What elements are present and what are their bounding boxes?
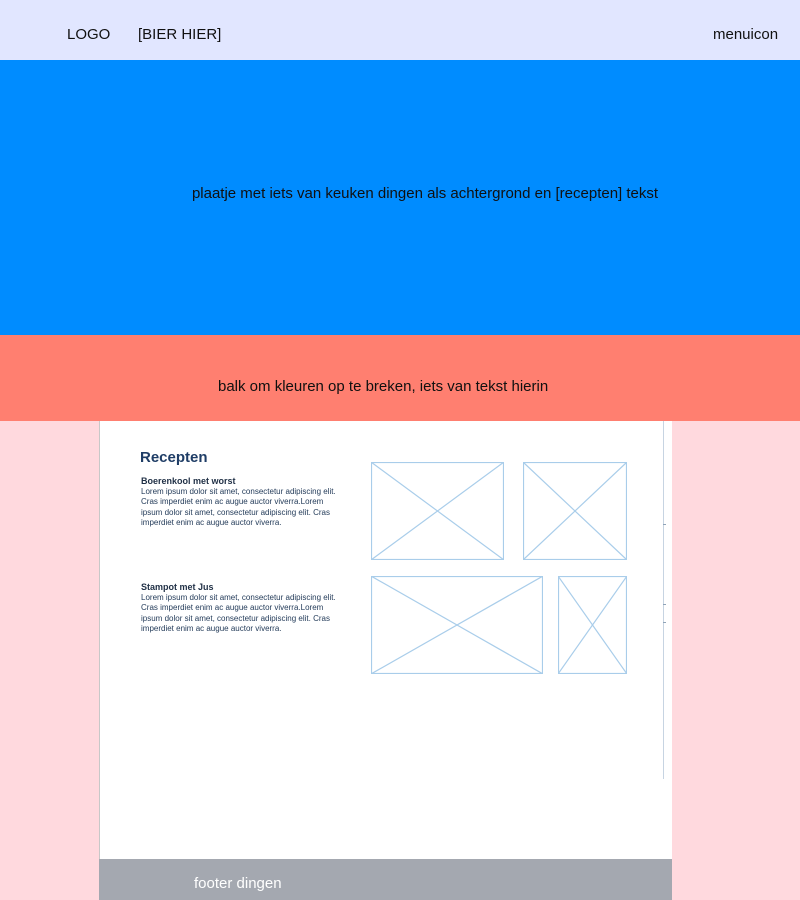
logo[interactable]: LOGO: [67, 26, 110, 43]
recipes-content: Recepten Boerenkool met worst Lorem ipsu…: [99, 421, 672, 859]
footer: footer dingen: [99, 859, 672, 900]
hero-text: plaatje met iets van keuken dingen als a…: [191, 185, 659, 202]
hero-banner: plaatje met iets van keuken dingen als a…: [0, 60, 800, 335]
image-placeholder-icon: [371, 462, 504, 560]
image-placeholder-icon: [523, 462, 627, 560]
recipe-title[interactable]: Boerenkool met worst: [141, 476, 341, 487]
recipe-item[interactable]: Boerenkool met worst Lorem ipsum dolor s…: [141, 476, 341, 528]
content-divider: [663, 421, 664, 779]
top-navigation-bar: LOGO [BIER HIER] menuicon: [0, 0, 800, 60]
recipe-title[interactable]: Stampot met Jus: [141, 582, 341, 593]
color-break-band: balk om kleuren op te breken, iets van t…: [0, 335, 800, 421]
beer-placeholder: [BIER HIER]: [138, 26, 222, 43]
recipe-description: Lorem ipsum dolor sit amet, consectetur …: [141, 487, 336, 527]
recipes-heading: Recepten: [140, 449, 208, 466]
recipe-description: Lorem ipsum dolor sit amet, consectetur …: [141, 593, 336, 633]
recipe-item[interactable]: Stampot met Jus Lorem ipsum dolor sit am…: [141, 582, 341, 634]
divider-tick: [663, 604, 666, 605]
menu-icon[interactable]: menuicon: [713, 26, 778, 43]
band-text: balk om kleuren op te breken, iets van t…: [218, 378, 549, 395]
image-placeholder-icon: [371, 576, 543, 674]
image-placeholder-icon: [558, 576, 627, 674]
divider-tick: [663, 524, 666, 525]
divider-tick: [663, 622, 666, 623]
footer-text: footer dingen: [194, 875, 282, 892]
